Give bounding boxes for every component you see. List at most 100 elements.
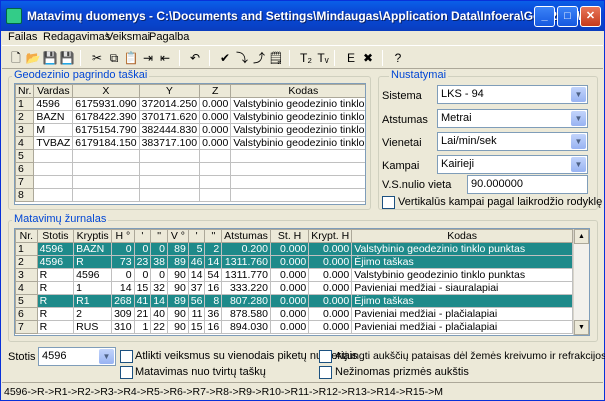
table-cell[interactable]: 0 (133, 242, 152, 256)
row-number[interactable]: 6 (15, 162, 35, 176)
row-number[interactable]: 5 (15, 149, 35, 163)
table-cell[interactable]: 0.000 (308, 255, 353, 269)
table-row[interactable]: 3 M 6175154.790 382444.830 0.000 Valstybinio … (15, 123, 365, 137)
chk-vienodi-piketai[interactable] (120, 350, 133, 363)
open-icon[interactable]: 📂 (25, 50, 41, 66)
table-cell[interactable]: 14 (111, 281, 135, 295)
vs-input[interactable]: 90.000000 (467, 175, 588, 194)
journal-col-header[interactable]: Atstumas (221, 229, 271, 243)
table-cell[interactable]: 40 (150, 307, 168, 321)
table-cell[interactable]: 2 (73, 307, 113, 321)
help-icon[interactable]: ? (390, 50, 406, 66)
table-cell[interactable]: R (36, 320, 75, 334)
table-cell[interactable] (230, 175, 365, 189)
journal-col-header[interactable]: Kryptis (73, 229, 113, 243)
table-cell[interactable]: Valstybinio geodezinio tinklo p (230, 123, 365, 137)
table-cell[interactable]: 0.000 (308, 320, 353, 334)
table-cell[interactable]: 56 (187, 294, 206, 308)
table-cell[interactable]: 90 (166, 268, 189, 282)
table-cell[interactable]: 0.200 (221, 242, 271, 256)
menu-failas[interactable]: Failas (8, 31, 37, 43)
table-cell[interactable] (199, 149, 232, 163)
menu-pagalba[interactable]: Pagalba (149, 31, 189, 43)
journal-col-header[interactable]: ' (133, 229, 152, 243)
table-row[interactable]: 1 4596 6175931.090 372014.250 0.000 Valstybin… (15, 97, 365, 111)
table-cell[interactable]: 4596 (73, 268, 113, 282)
chevron-down-icon[interactable]: ▼ (571, 134, 586, 149)
table-cell[interactable]: 0.000 (308, 268, 353, 282)
table-cell[interactable]: 14 (150, 294, 168, 308)
table-cell[interactable] (138, 175, 201, 189)
table-cell[interactable]: 310 (111, 320, 135, 334)
table-row[interactable]: 7 R RUS 310 1 22 90 15 16 894.030 0.000 0.000 Pavien… (15, 320, 573, 334)
table-cell[interactable]: R (36, 281, 75, 295)
table-cell[interactable]: 0.000 (199, 97, 232, 111)
title-bar[interactable]: Matavimų duomenys - C:\Documents and Set… (1, 1, 604, 31)
table-cell[interactable]: 15 (187, 320, 206, 334)
table-cell[interactable]: 0 (150, 268, 168, 282)
table-cell[interactable]: 309 (111, 307, 135, 321)
table-row[interactable]: 2 4596 R 73 23 38 89 46 14 1311.760 0.000 0.000 Ėjim… (15, 255, 573, 269)
chevron-down-icon[interactable]: ▼ (571, 157, 586, 172)
table-cell[interactable]: 2 (204, 242, 223, 256)
import-icon[interactable]: ⤴ (251, 50, 267, 66)
table-cell[interactable]: 383717.100 (138, 136, 201, 150)
maximize-button[interactable]: □ (557, 6, 578, 27)
cut-icon[interactable]: ✂ (89, 50, 105, 66)
table-cell[interactable]: Pavieniai medžiai - plačialapiai (351, 320, 573, 334)
table-cell[interactable]: 0.000 (269, 307, 310, 321)
table-cell[interactable]: 37 (187, 281, 206, 295)
table-cell[interactable]: 54 (204, 268, 223, 282)
table-cell[interactable]: 89 (166, 294, 189, 308)
table-cell[interactable] (138, 162, 201, 176)
table-cell[interactable]: Pavieniai medžiai - siauralapiai (351, 281, 573, 295)
copy-icon[interactable]: ⧉ (106, 50, 122, 66)
table-cell[interactable]: 807.280 (221, 294, 271, 308)
row-number[interactable]: 4 (15, 136, 35, 150)
table-cell[interactable]: 0.000 (199, 110, 232, 124)
table-cell[interactable]: 0.000 (269, 320, 310, 334)
table-cell[interactable]: 6175154.790 (72, 123, 140, 137)
save-icon[interactable]: 💾 (42, 50, 58, 66)
table-cell[interactable]: 5 (187, 242, 206, 256)
table-cell[interactable] (199, 162, 232, 176)
save-as-icon[interactable]: 💾 (59, 50, 75, 66)
row-number[interactable]: 3 (15, 268, 38, 282)
journal-col-header[interactable]: '' (150, 229, 168, 243)
points-col-header[interactable]: Vardas (33, 84, 74, 98)
table-cell[interactable]: Valstybinio geodezinio tinklo p (230, 136, 365, 150)
table-cell[interactable]: 0.000 (199, 136, 232, 150)
table-cell[interactable]: M (33, 123, 74, 137)
table-cell[interactable]: BAZN (33, 110, 74, 124)
vertikalus-checkbox[interactable] (382, 196, 395, 209)
table-cell[interactable]: 32 (150, 281, 168, 295)
table-row[interactable]: 6 R 2 309 21 40 90 11 36 878.580 0.000 0.000 Pavieni… (15, 307, 573, 321)
insert-row-icon[interactable]: ⇥ (140, 50, 156, 66)
table-cell[interactable]: 0.000 (269, 268, 310, 282)
paste-icon[interactable]: 📋 (123, 50, 139, 66)
table-row[interactable]: 6 (15, 162, 365, 176)
points-col-header[interactable]: Y (138, 84, 201, 98)
table-cell[interactable] (72, 162, 140, 176)
table-row[interactable]: 8 (15, 188, 365, 202)
table-cell[interactable]: 370171.620 (138, 110, 201, 124)
report-icon[interactable]: 🗒 (268, 50, 284, 66)
table-cell[interactable]: 90 (166, 307, 189, 321)
points-col-header[interactable]: Z (199, 84, 232, 98)
table-cell[interactable]: 16 (204, 320, 223, 334)
table-cell[interactable]: 0.000 (269, 281, 310, 295)
journal-col-header[interactable]: Stotis (36, 229, 75, 243)
export-icon[interactable]: ⤵ (234, 50, 250, 66)
table-cell[interactable] (33, 175, 74, 189)
scroll-down-icon[interactable]: ▼ (574, 320, 589, 335)
row-number[interactable]: 2 (15, 255, 38, 269)
table-cell[interactable]: Valstybinio geodezinio tinklo p (230, 110, 365, 124)
table-row[interactable]: 4 R 1 14 15 32 90 37 16 333.220 0.000 0.000 Pavienia… (15, 281, 573, 295)
table-cell[interactable]: R (36, 307, 75, 321)
check-icon[interactable]: ✔ (217, 50, 233, 66)
table-row[interactable]: 4 TVBAZ 6179184.150 383717.100 0.000 Valstybi… (15, 136, 365, 150)
row-number[interactable]: 8 (15, 188, 35, 202)
table-cell[interactable]: R1 (73, 294, 113, 308)
table-cell[interactable]: 372014.250 (138, 97, 201, 111)
row-number[interactable]: 6 (15, 307, 38, 321)
